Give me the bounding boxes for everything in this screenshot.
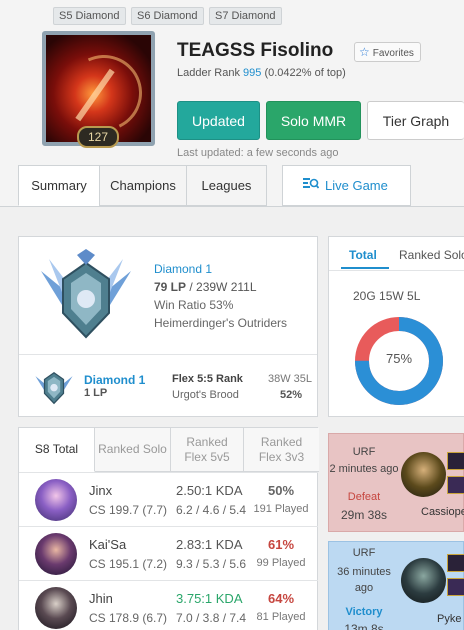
rank-tier[interactable]: Diamond 1 (154, 262, 212, 276)
champion-avatar (401, 452, 446, 497)
flex-league: Urgot's Brood (172, 389, 239, 401)
flex-ratio: 52% (280, 389, 303, 401)
champion-kda-detail: 6.2 / 4.6 / 5.4 (176, 503, 247, 517)
rank-record: / 239W 211L (186, 280, 257, 294)
tab-ranked-flex-3v3-label: Ranked Flex 3v3 (258, 434, 305, 464)
champion-played: 191 Played (253, 503, 309, 515)
match-time: 36 minutes ago (337, 566, 391, 594)
match-result: Victory (345, 606, 383, 618)
champion-winrate: 64% (267, 591, 295, 606)
champion-kda-detail: 9.3 / 5.3 / 5.6 (176, 557, 247, 571)
champion-played: 81 Played (256, 611, 306, 623)
tab-leagues[interactable]: Leagues (186, 165, 267, 206)
jhin-avatar (35, 587, 77, 629)
match-card-defeat[interactable]: URF 2 minutes ago Defeat 29m 38s Cassiop… (328, 433, 464, 532)
match-card-victory[interactable]: URF 36 minutes ago Victory 13m 8s Pyke (328, 541, 464, 630)
champion-stats-panel: S8 Total Ranked Solo Ranked Flex 5v5 Ran… (18, 427, 319, 630)
tab-ranked-flex-5v5[interactable]: Ranked Flex 5v5 (171, 428, 244, 472)
champion-name: Jhin (89, 591, 113, 606)
games-summary: 20G 15W 5L (353, 289, 421, 303)
live-game-icon (303, 166, 320, 206)
champion-cs: CS 178.9 (6.7) (89, 611, 168, 625)
match-result: Defeat (347, 491, 381, 503)
champion-kda: 2.50:1 KDA (176, 483, 243, 498)
win-ratio: Win Ratio 53% (154, 298, 234, 312)
last-updated: Last updated: a few seconds ago (177, 147, 339, 159)
diamond-small-icon (33, 367, 75, 405)
champion-row[interactable]: Kai'Sa CS 195.1 (7.2) 2.83:1 KDA 9.3 / 5… (19, 526, 318, 580)
tab-ranked-flex-5v5-label: Ranked Flex 5v5 (184, 434, 230, 464)
match-type: URF (352, 547, 376, 559)
updated-button[interactable]: Updated (177, 101, 260, 140)
ladder-rank: Ladder Rank 995 (0.0422% of top) (177, 67, 346, 79)
match-duration: 13m 8s (344, 622, 384, 630)
tab-total-underline (341, 267, 389, 269)
champion-cs: CS 195.1 (7.2) (89, 557, 168, 571)
ranked-divider (19, 354, 317, 355)
flex-lp: 1 LP (84, 387, 108, 399)
ladder-prefix: Ladder Rank (177, 67, 244, 79)
season-badge-s7: S7 Diamond (209, 7, 282, 25)
tab-s8-total[interactable]: S8 Total (19, 428, 95, 472)
match-time: 2 minutes ago (329, 463, 399, 475)
champion-avatar (401, 558, 446, 603)
winrate-tab-divider (329, 270, 464, 271)
tab-ranked-flex-3v3[interactable]: Ranked Flex 3v3 (244, 428, 319, 472)
champion-kda-detail: 7.0 / 3.8 / 7.4 (176, 611, 247, 625)
champion-name: Kai'Sa (89, 537, 127, 552)
live-game-label: Live Game (325, 178, 388, 193)
recent-games-panel: Total Ranked Solo 20G 15W 5L 75% (328, 236, 464, 417)
champion-kda: 2.83:1 KDA (176, 537, 243, 552)
ladder-suffix: (0.0422% of top) (261, 67, 346, 79)
rank-lp-line: 79 LP / 239W 211L (154, 280, 257, 294)
diamond-emblem-icon (37, 249, 135, 341)
match-champion-name: Pyke (437, 613, 462, 625)
star-icon: ☆ (359, 45, 370, 59)
solo-mmr-button[interactable]: Solo MMR (266, 101, 361, 140)
winrate-percent: 75% (385, 351, 413, 366)
tab-summary[interactable]: Summary (18, 165, 100, 206)
champion-played: 99 Played (256, 557, 306, 569)
match-duration: 29m 38s (340, 508, 388, 522)
tabs-divider (0, 206, 464, 207)
level-badge: 127 (77, 126, 119, 148)
flex-record: 38W 35L (268, 373, 313, 385)
tab-total[interactable]: Total (349, 248, 377, 262)
spell-icon (447, 578, 464, 596)
match-champion-name: Cassiope (421, 506, 464, 518)
tab-ranked-solo[interactable]: Ranked Solo (95, 428, 171, 472)
league-name: Heimerdinger's Outriders (154, 316, 288, 330)
champion-row[interactable]: Jinx CS 199.7 (7.7) 2.50:1 KDA 6.2 / 4.6… (19, 472, 318, 526)
live-game-button[interactable]: Live Game (282, 165, 411, 206)
tab-champions[interactable]: Champions (99, 165, 187, 206)
season-badge-s6: S6 Diamond (131, 7, 204, 25)
flex-tier[interactable]: Diamond 1 (84, 373, 145, 387)
season-badge-s5: S5 Diamond (53, 7, 126, 25)
favorites-label: Favorites (372, 48, 414, 59)
ranked-panel: Diamond 1 79 LP / 239W 211L Win Ratio 53… (18, 236, 318, 417)
rank-lp: 79 LP (154, 280, 187, 294)
kaisa-avatar (35, 533, 77, 575)
champion-winrate: 61% (267, 537, 295, 552)
spell-icon (447, 452, 464, 470)
champion-name: Jinx (89, 483, 113, 498)
summoner-name: TEAGSS Fisolino (177, 40, 334, 61)
match-type: URF (352, 446, 376, 458)
ladder-rank-link[interactable]: 995 (243, 67, 261, 79)
flex-queue: Flex 5:5 Rank (172, 373, 243, 385)
tier-graph-button[interactable]: Tier Graph (367, 101, 464, 140)
tab-ranked-solo-games[interactable]: Ranked Solo (399, 248, 464, 262)
spell-icon (447, 476, 464, 494)
spell-icon (447, 554, 464, 572)
champion-row[interactable]: Jhin CS 178.9 (6.7) 3.75:1 KDA 7.0 / 3.8… (19, 580, 318, 630)
champion-cs: CS 199.7 (7.7) (89, 503, 168, 517)
champion-kda: 3.75:1 KDA (176, 591, 243, 606)
favorites-button[interactable]: ☆ Favorites (354, 42, 421, 62)
jinx-avatar (35, 479, 77, 521)
champion-winrate: 50% (267, 483, 295, 498)
